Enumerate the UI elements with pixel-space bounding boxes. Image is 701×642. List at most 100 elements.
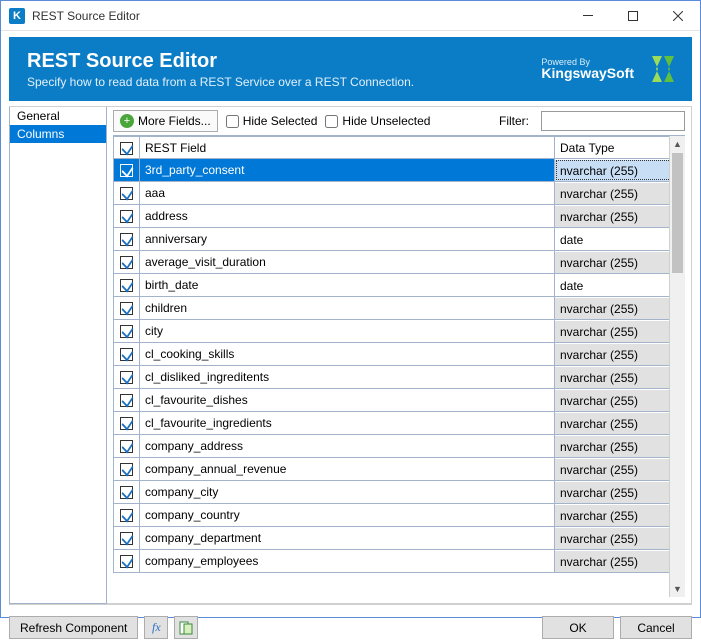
row-type-cell[interactable]: nvarchar (255) [555,389,685,412]
row-type-cell[interactable]: nvarchar (255) [555,320,685,343]
row-check-cell[interactable] [114,458,140,481]
table-row[interactable]: company_departmentnvarchar (255) [114,527,685,550]
table-row[interactable]: anniversarydate [114,228,685,251]
more-fields-button[interactable]: + More Fields... [113,110,218,132]
data-type-button[interactable]: nvarchar (255) [555,412,684,434]
header-check-cell[interactable] [114,137,140,159]
row-type-cell[interactable]: nvarchar (255) [555,504,685,527]
data-type-button[interactable]: nvarchar (255) [555,435,684,457]
row-field-cell[interactable]: company_address [140,435,555,458]
data-type-button[interactable]: nvarchar (255) [555,366,684,388]
data-type-button[interactable]: nvarchar (255) [555,550,684,572]
row-check-cell[interactable] [114,251,140,274]
table-row[interactable]: average_visit_durationnvarchar (255) [114,251,685,274]
table-row[interactable]: citynvarchar (255) [114,320,685,343]
table-row[interactable]: company_annual_revenuenvarchar (255) [114,458,685,481]
row-check-cell[interactable] [114,389,140,412]
row-type-cell[interactable]: date [555,228,685,251]
table-row[interactable]: company_countrynvarchar (255) [114,504,685,527]
table-row[interactable]: aaanvarchar (255) [114,182,685,205]
data-type-button[interactable]: nvarchar (255) [555,343,684,365]
row-type-cell[interactable]: date [555,274,685,297]
maximize-button[interactable] [610,1,655,30]
data-type-button[interactable]: date [555,274,684,296]
scroll-down-icon[interactable]: ▼ [670,581,685,597]
documentation-button[interactable] [174,616,198,639]
row-type-cell[interactable]: nvarchar (255) [555,550,685,573]
row-field-cell[interactable]: city [140,320,555,343]
row-type-cell[interactable]: nvarchar (255) [555,182,685,205]
row-type-cell[interactable]: nvarchar (255) [555,366,685,389]
cancel-button[interactable]: Cancel [620,616,692,639]
data-type-button[interactable]: nvarchar (255) [555,205,684,227]
table-row[interactable]: addressnvarchar (255) [114,205,685,228]
row-type-cell[interactable]: nvarchar (255) [555,412,685,435]
header-field[interactable]: REST Field [140,137,555,159]
data-type-button[interactable]: nvarchar (255) [555,182,684,204]
row-field-cell[interactable]: 3rd_party_consent [140,159,555,182]
data-type-button[interactable]: nvarchar (255) [555,504,684,526]
row-field-cell[interactable]: average_visit_duration [140,251,555,274]
row-field-cell[interactable]: birth_date [140,274,555,297]
row-type-cell[interactable]: nvarchar (255) [555,458,685,481]
row-type-cell[interactable]: nvarchar (255) [555,159,685,182]
scroll-thumb[interactable] [672,153,683,273]
row-field-cell[interactable]: children [140,297,555,320]
row-type-cell[interactable]: nvarchar (255) [555,527,685,550]
row-check-cell[interactable] [114,527,140,550]
hide-selected-checkbox[interactable]: Hide Selected [226,114,318,128]
data-type-button[interactable]: nvarchar (255) [555,251,684,273]
table-row[interactable]: cl_favourite_dishesnvarchar (255) [114,389,685,412]
table-row[interactable]: birth_datedate [114,274,685,297]
table-row[interactable]: cl_favourite_ingredientsnvarchar (255) [114,412,685,435]
row-check-cell[interactable] [114,320,140,343]
table-row[interactable]: company_citynvarchar (255) [114,481,685,504]
table-row[interactable]: cl_disliked_ingreditentsnvarchar (255) [114,366,685,389]
row-field-cell[interactable]: company_city [140,481,555,504]
row-type-cell[interactable]: nvarchar (255) [555,481,685,504]
row-type-cell[interactable]: nvarchar (255) [555,251,685,274]
row-field-cell[interactable]: address [140,205,555,228]
data-type-button[interactable]: nvarchar (255) [555,297,684,319]
row-check-cell[interactable] [114,366,140,389]
data-type-button[interactable]: nvarchar (255) [555,159,684,181]
refresh-component-button[interactable]: Refresh Component [9,616,138,639]
table-row[interactable]: cl_cooking_skillsnvarchar (255) [114,343,685,366]
row-check-cell[interactable] [114,228,140,251]
row-field-cell[interactable]: aaa [140,182,555,205]
close-button[interactable] [655,1,700,30]
row-field-cell[interactable]: company_department [140,527,555,550]
row-check-cell[interactable] [114,343,140,366]
row-check-cell[interactable] [114,205,140,228]
row-check-cell[interactable] [114,159,140,182]
hide-unselected-checkbox[interactable]: Hide Unselected [325,114,430,128]
expression-button[interactable]: fx [144,616,168,639]
data-type-button[interactable]: date [555,228,684,250]
table-row[interactable]: childrennvarchar (255) [114,297,685,320]
row-field-cell[interactable]: anniversary [140,228,555,251]
header-type[interactable]: Data Type [555,137,685,159]
row-type-cell[interactable]: nvarchar (255) [555,205,685,228]
row-check-cell[interactable] [114,481,140,504]
data-type-button[interactable]: nvarchar (255) [555,320,684,342]
row-field-cell[interactable]: cl_cooking_skills [140,343,555,366]
row-check-cell[interactable] [114,297,140,320]
data-type-button[interactable]: nvarchar (255) [555,458,684,480]
hide-selected-input[interactable] [226,115,239,128]
row-type-cell[interactable]: nvarchar (255) [555,343,685,366]
data-type-button[interactable]: nvarchar (255) [555,527,684,549]
row-field-cell[interactable]: cl_favourite_ingredients [140,412,555,435]
row-field-cell[interactable]: company_country [140,504,555,527]
row-field-cell[interactable]: company_employees [140,550,555,573]
data-type-button[interactable]: nvarchar (255) [555,389,684,411]
scroll-up-icon[interactable]: ▲ [670,136,685,152]
table-row[interactable]: company_employeesnvarchar (255) [114,550,685,573]
table-row[interactable]: company_addressnvarchar (255) [114,435,685,458]
row-check-cell[interactable] [114,412,140,435]
row-check-cell[interactable] [114,182,140,205]
row-check-cell[interactable] [114,435,140,458]
filter-input[interactable] [541,111,685,131]
minimize-button[interactable] [565,1,610,30]
row-check-cell[interactable] [114,274,140,297]
hide-unselected-input[interactable] [325,115,338,128]
